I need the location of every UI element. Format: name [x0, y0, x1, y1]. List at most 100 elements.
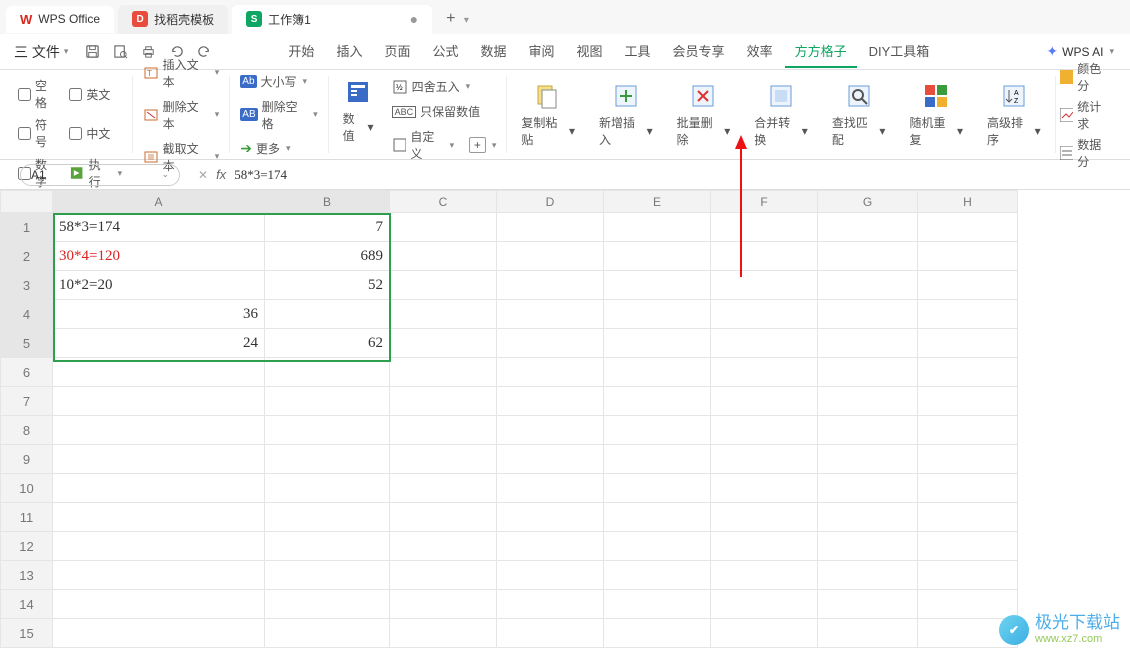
check-symbol[interactable]: 符号 [18, 115, 57, 151]
cell-A5[interactable]: 24 [53, 329, 265, 358]
select-all-corner[interactable] [1, 191, 53, 213]
row-header-11[interactable]: 11 [1, 503, 53, 532]
cell-G11[interactable] [818, 503, 918, 532]
cell-A4[interactable]: 36 [53, 300, 265, 329]
cell-C14[interactable] [390, 590, 497, 619]
cell-B14[interactable] [265, 590, 390, 619]
cell-G3[interactable] [818, 271, 918, 300]
cell-F11[interactable] [711, 503, 818, 532]
cell-H3[interactable] [918, 271, 1018, 300]
cell-G7[interactable] [818, 387, 918, 416]
cell-D12[interactable] [497, 532, 604, 561]
name-box[interactable]: A1 ⌄ [20, 164, 180, 186]
fx-icon[interactable]: fx [216, 167, 226, 182]
cell-H6[interactable] [918, 358, 1018, 387]
keep-numeric-button[interactable]: ABC只保留数值 [392, 101, 497, 122]
cell-F6[interactable] [711, 358, 818, 387]
cell-D6[interactable] [497, 358, 604, 387]
col-header-H[interactable]: H [918, 191, 1018, 213]
cell-H7[interactable] [918, 387, 1018, 416]
cell-E5[interactable] [604, 329, 711, 358]
cell-F14[interactable] [711, 590, 818, 619]
cell-F13[interactable] [711, 561, 818, 590]
add-tab-button[interactable]: + ▾ [436, 6, 479, 32]
spreadsheet-grid[interactable]: ABCDEFGH158*3=1747230*4=120689310*2=2052… [0, 190, 1130, 648]
col-header-D[interactable]: D [497, 191, 604, 213]
row-header-2[interactable]: 2 [1, 242, 53, 271]
cell-G6[interactable] [818, 358, 918, 387]
row-header-12[interactable]: 12 [1, 532, 53, 561]
cell-C12[interactable] [390, 532, 497, 561]
copy_paste-button[interactable]: 复制粘贴▾ [517, 80, 579, 150]
delete-text-button[interactable]: 删除文本▾ [143, 96, 219, 134]
menu-tab-10[interactable]: 方方格子 [785, 35, 857, 68]
cell-A1[interactable]: 58*3=174 [53, 213, 265, 242]
cell-H13[interactable] [918, 561, 1018, 590]
cell-E7[interactable] [604, 387, 711, 416]
row-header-4[interactable]: 4 [1, 300, 53, 329]
cell-E3[interactable] [604, 271, 711, 300]
check-space[interactable]: 空格 [18, 76, 57, 112]
cell-E2[interactable] [604, 242, 711, 271]
cell-A8[interactable] [53, 416, 265, 445]
cell-A3[interactable]: 10*2=20 [53, 271, 265, 300]
cell-H4[interactable] [918, 300, 1018, 329]
cell-D15[interactable] [497, 619, 604, 648]
cell-B7[interactable] [265, 387, 390, 416]
cell-C9[interactable] [390, 445, 497, 474]
cell-H11[interactable] [918, 503, 1018, 532]
cell-D1[interactable] [497, 213, 604, 242]
menu-tab-2[interactable]: 页面 [374, 35, 420, 68]
cell-B3[interactable]: 52 [265, 271, 390, 300]
cell-E1[interactable] [604, 213, 711, 242]
color-split-button[interactable]: 颜色分 [1060, 60, 1112, 94]
menu-tab-6[interactable]: 视图 [567, 35, 613, 68]
cell-B13[interactable] [265, 561, 390, 590]
cell-F5[interactable] [711, 329, 818, 358]
cell-G2[interactable] [818, 242, 918, 271]
cell-G1[interactable] [818, 213, 918, 242]
cell-B15[interactable] [265, 619, 390, 648]
cell-B8[interactable] [265, 416, 390, 445]
cell-G5[interactable] [818, 329, 918, 358]
cell-A14[interactable] [53, 590, 265, 619]
numeric-button[interactable]: 数值▾ [339, 76, 378, 153]
cell-F15[interactable] [711, 619, 818, 648]
row-header-5[interactable]: 5 [1, 329, 53, 358]
cell-A10[interactable] [53, 474, 265, 503]
cell-E9[interactable] [604, 445, 711, 474]
adv_sort-button[interactable]: AZ高级排序▾ [983, 80, 1045, 150]
col-header-A[interactable]: A [53, 191, 265, 213]
cell-E12[interactable] [604, 532, 711, 561]
cell-H8[interactable] [918, 416, 1018, 445]
cell-D5[interactable] [497, 329, 604, 358]
menu-tab-4[interactable]: 数据 [470, 35, 516, 68]
cell-F9[interactable] [711, 445, 818, 474]
cell-E11[interactable] [604, 503, 711, 532]
col-header-G[interactable]: G [818, 191, 918, 213]
cell-G9[interactable] [818, 445, 918, 474]
cell-C4[interactable] [390, 300, 497, 329]
cell-G4[interactable] [818, 300, 918, 329]
cell-C15[interactable] [390, 619, 497, 648]
find_match-button[interactable]: 查找匹配▾ [828, 80, 890, 150]
menu-tab-1[interactable]: 插入 [326, 35, 372, 68]
batch_delete-button[interactable]: 批量删除▾ [673, 80, 735, 150]
cell-H1[interactable] [918, 213, 1018, 242]
cell-A15[interactable] [53, 619, 265, 648]
menu-tab-11[interactable]: DIY工具箱 [859, 35, 940, 68]
row-header-10[interactable]: 10 [1, 474, 53, 503]
cell-D11[interactable] [497, 503, 604, 532]
cell-D10[interactable] [497, 474, 604, 503]
cell-F7[interactable] [711, 387, 818, 416]
cell-H9[interactable] [918, 445, 1018, 474]
cell-E15[interactable] [604, 619, 711, 648]
cell-B5[interactable]: 62 [265, 329, 390, 358]
cell-D8[interactable] [497, 416, 604, 445]
cell-G10[interactable] [818, 474, 918, 503]
print-preview-icon[interactable] [110, 42, 130, 62]
row-header-9[interactable]: 9 [1, 445, 53, 474]
custom-button[interactable]: 自定义▾ +▾ [392, 126, 497, 164]
row-header-3[interactable]: 3 [1, 271, 53, 300]
cell-C7[interactable] [390, 387, 497, 416]
